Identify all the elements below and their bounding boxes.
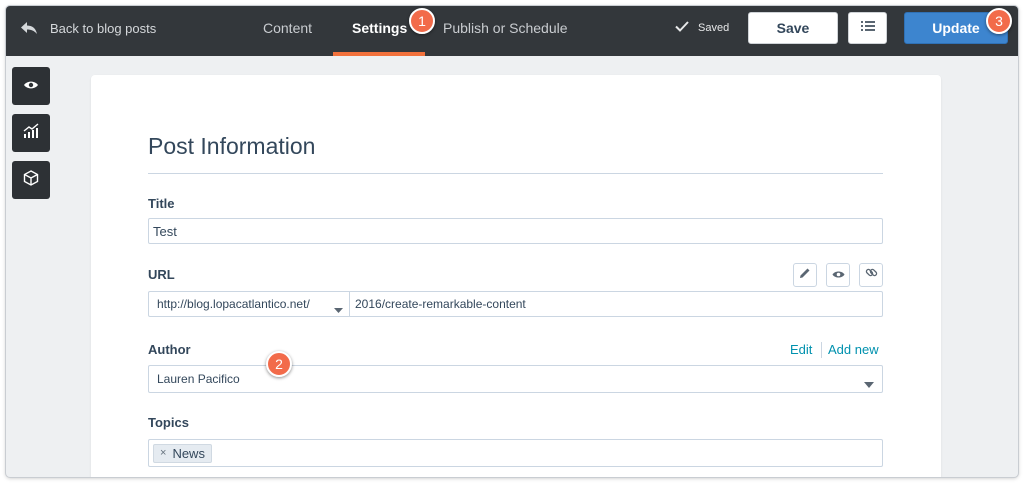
remove-tag-icon[interactable]: × <box>160 447 166 459</box>
link-divider <box>821 342 822 358</box>
link-icon <box>865 266 878 284</box>
edit-url-button[interactable] <box>793 263 817 287</box>
callout-badge-1: 1 <box>409 8 435 34</box>
topic-tag-label: News <box>172 445 205 461</box>
topics-input[interactable]: × News <box>148 439 883 467</box>
url-domain-value: http://blog.lopacatlantico.net/ <box>157 297 310 311</box>
title-input[interactable]: Test <box>148 218 883 244</box>
url-label: URL <box>148 267 175 282</box>
url-slug-value: 2016/create-remarkable-content <box>355 297 526 311</box>
topic-tag: × News <box>153 443 212 463</box>
back-label: Back to blog posts <box>50 20 157 36</box>
outline-menu-button[interactable] <box>848 12 887 44</box>
callout-badge-2: 2 <box>266 351 292 377</box>
tab-publish-or-schedule[interactable]: Publish or Schedule <box>443 6 568 50</box>
author-label: Author <box>148 342 191 357</box>
tab-settings[interactable]: Settings <box>352 6 407 50</box>
preview-tool-button[interactable] <box>12 67 50 105</box>
heading-divider <box>148 173 883 174</box>
preview-url-button[interactable] <box>826 263 850 287</box>
pencil-icon <box>799 266 811 284</box>
url-slug-input[interactable]: 2016/create-remarkable-content <box>349 291 883 317</box>
app-window: Back to blog posts Content Settings Publ… <box>6 6 1018 477</box>
title-value: Test <box>153 223 177 239</box>
module-cube-icon <box>23 169 39 191</box>
add-new-author-link[interactable]: Add new <box>828 342 879 357</box>
back-arrow-icon <box>20 21 38 35</box>
title-label: Title <box>148 196 175 211</box>
url-domain-select[interactable]: http://blog.lopacatlantico.net/ <box>148 291 350 317</box>
chevron-down-icon <box>334 302 343 316</box>
eye-icon <box>832 266 845 284</box>
modules-tool-button[interactable] <box>12 161 50 199</box>
optimization-tool-button[interactable] <box>12 114 50 152</box>
callout-badge-3: 3 <box>986 8 1012 34</box>
tab-content[interactable]: Content <box>263 6 312 50</box>
back-to-blog-posts-link[interactable]: Back to blog posts <box>20 6 156 50</box>
checkmark-icon <box>675 21 689 35</box>
page-title: Post Information <box>148 133 316 159</box>
author-value: Lauren Pacifico <box>157 372 240 386</box>
active-tab-indicator <box>333 52 425 56</box>
edit-author-link[interactable]: Edit <box>790 342 812 357</box>
post-settings-card: Post Information Title Test URL http://b… <box>91 75 941 477</box>
save-button[interactable]: Save <box>748 12 838 44</box>
author-select[interactable]: Lauren Pacifico <box>148 365 883 393</box>
list-icon <box>860 19 875 37</box>
copy-link-button[interactable] <box>859 263 883 287</box>
eye-icon <box>23 77 39 95</box>
topics-label: Topics <box>148 415 189 430</box>
analytics-icon <box>23 122 39 144</box>
chevron-down-icon <box>864 377 874 391</box>
saved-label: Saved <box>698 22 730 34</box>
saved-status: Saved <box>675 6 729 50</box>
top-bar: Back to blog posts Content Settings Publ… <box>6 6 1018 56</box>
